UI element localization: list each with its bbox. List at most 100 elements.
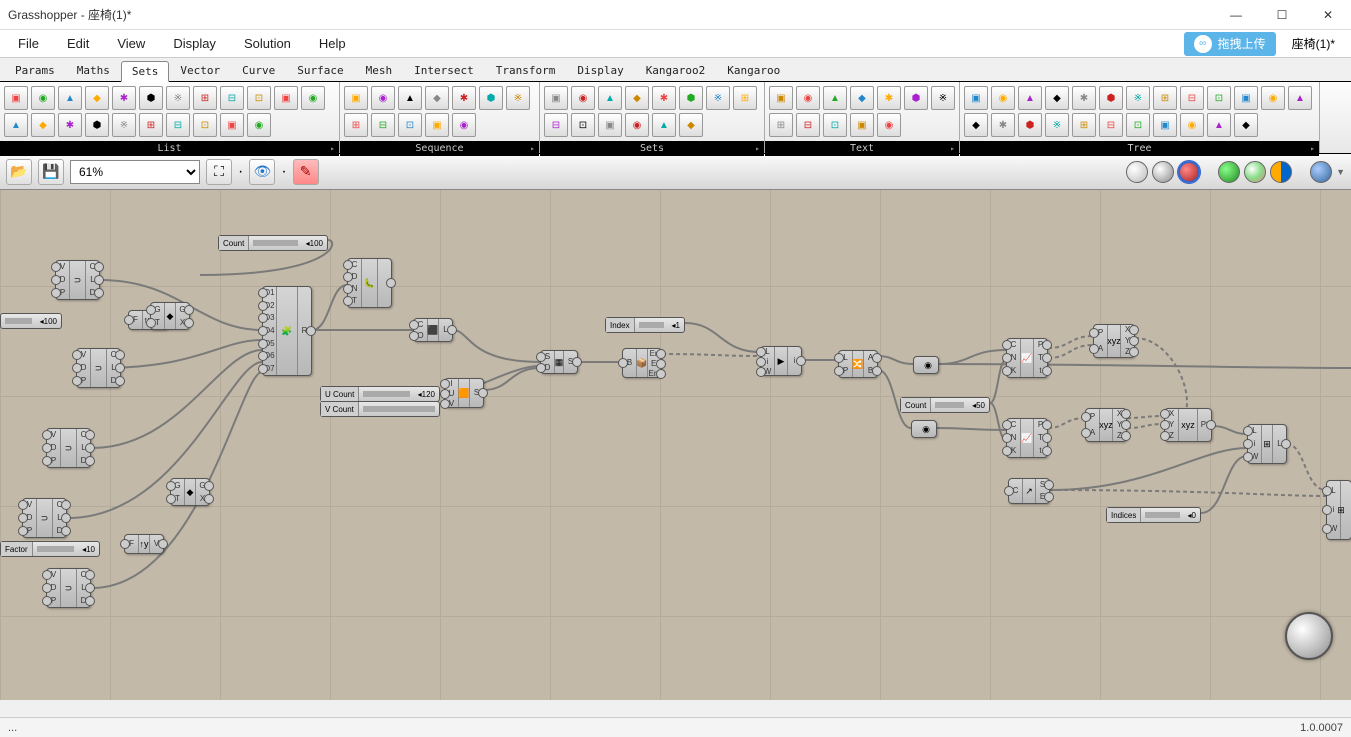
gh-component[interactable]: CNKPTt📈 <box>1006 418 1048 458</box>
input-port[interactable]: D <box>47 583 60 593</box>
ribbon-tool-icon[interactable]: ※ <box>706 86 730 110</box>
menu-help[interactable]: Help <box>307 32 358 55</box>
tab-params[interactable]: Params <box>4 60 66 81</box>
input-port[interactable]: D4 <box>263 326 276 336</box>
tab-mesh[interactable]: Mesh <box>355 60 404 81</box>
gh-component[interactable]: CNKPTt📈 <box>1006 338 1048 378</box>
input-port[interactable]: A <box>1086 428 1099 438</box>
input-port[interactable]: F <box>129 315 142 325</box>
gh-component[interactable]: ◉ <box>913 356 939 374</box>
output-port[interactable]: C <box>53 500 66 510</box>
ribbon-tool-icon[interactable]: ⬢ <box>1018 113 1042 137</box>
input-port[interactable]: D2 <box>263 301 276 311</box>
number-slider[interactable]: Index◂1 <box>605 317 685 333</box>
display-sphere-6[interactable] <box>1270 161 1292 183</box>
input-port[interactable]: C <box>348 260 361 270</box>
gh-component[interactable]: LiW⊞ <box>1326 480 1351 540</box>
ribbon-tool-icon[interactable]: ▣ <box>964 86 988 110</box>
ribbon-tool-icon[interactable]: ✱ <box>652 86 676 110</box>
input-port[interactable]: G <box>171 481 184 491</box>
output-port[interactable]: P <box>1034 340 1047 350</box>
input-port[interactable]: W <box>1248 452 1261 462</box>
input-port[interactable]: P <box>77 376 90 386</box>
tab-display[interactable]: Display <box>566 60 634 81</box>
ribbon-tool-icon[interactable]: ⬢ <box>1099 86 1123 110</box>
output-port[interactable]: X <box>1121 325 1134 335</box>
ribbon-tool-icon[interactable]: ▣ <box>425 113 449 137</box>
gh-component[interactable]: VDPCLD⊃ <box>22 498 67 538</box>
ribbon-tool-icon[interactable]: ◉ <box>796 86 820 110</box>
input-port[interactable]: N <box>1007 433 1020 443</box>
input-port[interactable]: N <box>348 284 361 294</box>
input-port[interactable]: Y <box>1165 420 1178 430</box>
ribbon-tool-icon[interactable]: ◆ <box>850 86 874 110</box>
ribbon-tool-icon[interactable]: ※ <box>931 86 955 110</box>
output-port[interactable]: S <box>564 357 577 367</box>
input-port[interactable]: i <box>761 357 774 367</box>
gh-component[interactable]: XYZPtxyz <box>1164 408 1212 442</box>
display-sphere-5[interactable] <box>1244 161 1266 183</box>
tab-intersect[interactable]: Intersect <box>403 60 485 81</box>
output-port[interactable]: Ei <box>648 359 661 369</box>
maximize-button[interactable]: ☐ <box>1259 0 1305 30</box>
ribbon-tool-icon[interactable]: ▣ <box>344 86 368 110</box>
input-port[interactable]: D6 <box>263 351 276 361</box>
ribbon-tool-icon[interactable]: ⬢ <box>85 113 109 137</box>
ribbon-tool-icon[interactable]: ◆ <box>1234 113 1258 137</box>
gh-component[interactable]: VDPCLD⊃ <box>46 568 91 608</box>
output-port[interactable]: C <box>86 262 99 272</box>
output-port[interactable]: D <box>77 456 90 466</box>
ribbon-tool-icon[interactable]: ⊡ <box>398 113 422 137</box>
gh-component[interactable]: GTGX◆ <box>170 478 210 506</box>
ribbon-tool-icon[interactable]: ⊡ <box>193 113 217 137</box>
output-port[interactable]: D <box>77 596 90 606</box>
ribbon-tool-icon[interactable]: ※ <box>166 86 190 110</box>
ribbon-tool-icon[interactable]: ⊡ <box>823 113 847 137</box>
ribbon-tool-icon[interactable]: ▣ <box>769 86 793 110</box>
ribbon-tool-icon[interactable]: ◉ <box>1261 86 1285 110</box>
ribbon-tool-icon[interactable]: ◉ <box>877 113 901 137</box>
ribbon-tool-icon[interactable]: ※ <box>1045 113 1069 137</box>
display-sphere-2[interactable] <box>1152 161 1174 183</box>
input-port[interactable]: X <box>1165 409 1178 419</box>
ribbon-tool-icon[interactable]: ⊡ <box>247 86 271 110</box>
gh-component[interactable]: PAXYZxyz <box>1085 408 1127 442</box>
input-port[interactable]: D <box>348 272 361 282</box>
output-port[interactable]: L <box>107 363 120 373</box>
input-port[interactable]: C <box>1009 486 1022 496</box>
input-port[interactable]: P <box>56 288 69 298</box>
input-port[interactable]: P <box>47 456 60 466</box>
gh-component[interactable]: VDPCLD⊃ <box>55 260 100 300</box>
ribbon-tool-icon[interactable]: ⊟ <box>371 113 395 137</box>
ribbon-tool-icon[interactable]: ⬢ <box>904 86 928 110</box>
ribbon-tool-icon[interactable]: ⊞ <box>1153 86 1177 110</box>
slider-track[interactable] <box>37 546 74 552</box>
ribbon-tool-icon[interactable]: ⊞ <box>769 113 793 137</box>
close-button[interactable]: ✕ <box>1305 0 1351 30</box>
ribbon-tool-icon[interactable]: ◉ <box>991 86 1015 110</box>
compass-widget[interactable] <box>1285 612 1333 660</box>
ribbon-tool-icon[interactable]: ✱ <box>452 86 476 110</box>
ribbon-tool-icon[interactable]: ✱ <box>58 113 82 137</box>
tab-transform[interactable]: Transform <box>485 60 567 81</box>
input-port[interactable]: D5 <box>263 339 276 349</box>
menu-solution[interactable]: Solution <box>232 32 303 55</box>
ribbon-tool-icon[interactable]: ✱ <box>112 86 136 110</box>
input-port[interactable]: V <box>47 430 60 440</box>
input-port[interactable]: D1 <box>263 288 276 298</box>
ribbon-tool-icon[interactable]: ▲ <box>652 113 676 137</box>
slider-track[interactable] <box>639 322 664 328</box>
output-port[interactable]: C <box>77 570 90 580</box>
ribbon-tool-icon[interactable]: ⊞ <box>139 113 163 137</box>
input-port[interactable]: C <box>414 320 427 330</box>
menu-file[interactable]: File <box>6 32 51 55</box>
output-port[interactable]: Pt <box>1198 420 1211 430</box>
input-port[interactable]: V <box>77 350 90 360</box>
output-port[interactable]: P <box>1034 420 1047 430</box>
tab-surface[interactable]: Surface <box>286 60 354 81</box>
input-port[interactable]: P <box>839 366 852 376</box>
number-slider[interactable]: U Count◂120 <box>320 386 440 402</box>
input-port[interactable]: D <box>56 275 69 285</box>
input-port[interactable]: K <box>1007 446 1020 456</box>
output-port[interactable]: L <box>439 325 452 335</box>
